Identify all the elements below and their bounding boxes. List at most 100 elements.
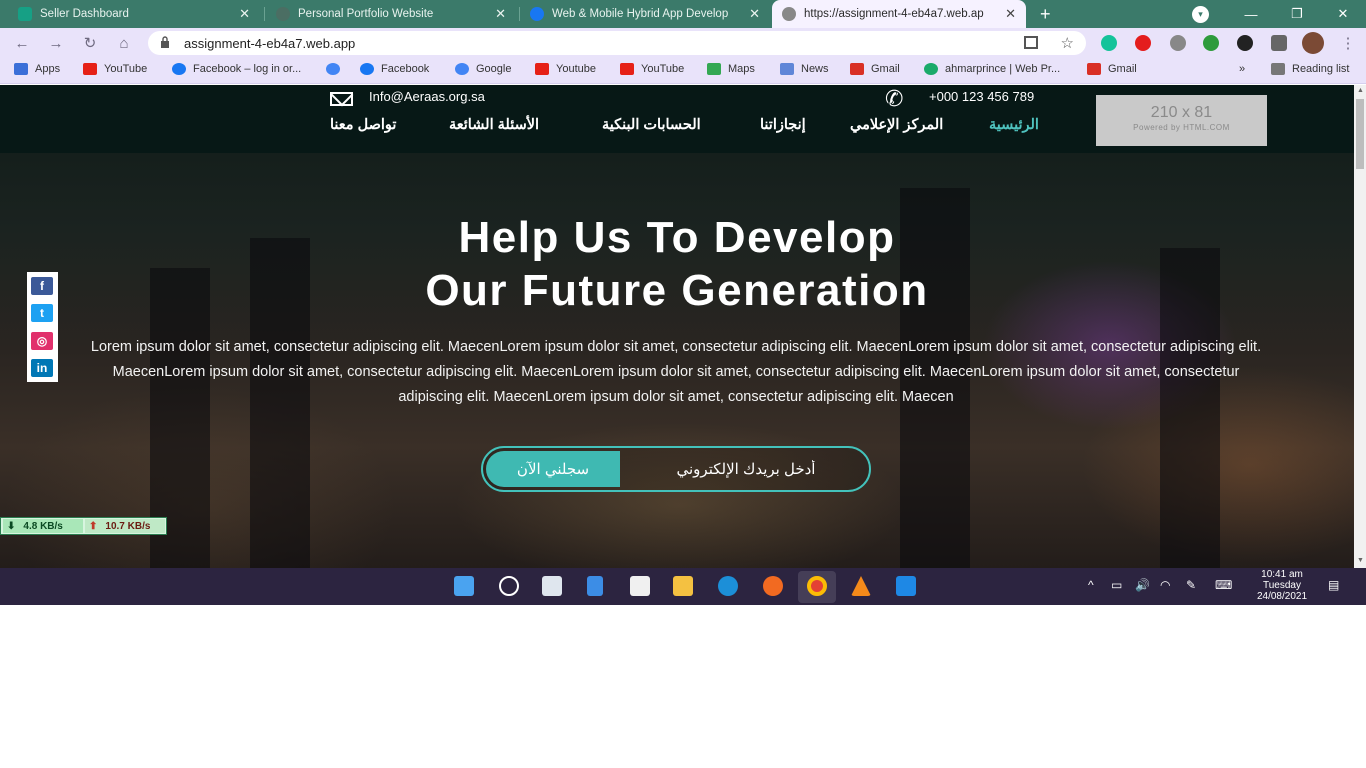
nav-home[interactable]: الرئيسية <box>989 117 1039 133</box>
scroll-up-arrow-icon[interactable]: ▲ <box>1357 87 1364 94</box>
phone-icon: ✆ <box>885 86 904 111</box>
system-clock[interactable]: 10:41 am Tuesday 24/08/2021 <box>1240 569 1324 602</box>
facebook-icon[interactable]: f <box>31 277 53 295</box>
home-button[interactable]: ⌂ <box>114 33 134 53</box>
hero-title-line1: Help Us To Develop <box>458 213 896 262</box>
close-icon[interactable]: ✕ <box>749 6 760 22</box>
new-tab-button[interactable]: + <box>1040 4 1051 25</box>
edge-icon[interactable] <box>718 576 738 596</box>
bookmark-google-unlabeled[interactable] <box>326 63 347 75</box>
extensions-puzzle-icon[interactable] <box>1271 35 1287 51</box>
forward-button[interactable]: → <box>46 33 66 53</box>
nav-contact[interactable]: تواصل معنا <box>330 117 396 133</box>
screen: Seller Dashboard ✕ Personal Portfolio We… <box>0 0 1366 605</box>
gmail-icon <box>1087 63 1101 75</box>
volume-icon[interactable]: 🔊 <box>1135 578 1150 592</box>
logo-placeholder: 210 x 81 Powered by HTML.COM <box>1096 95 1267 146</box>
bookmark-star-icon[interactable]: ☆ <box>1061 34 1074 52</box>
bookmark-facebook-login[interactable]: Facebook – log in or... <box>172 63 301 75</box>
bookmark-gmail-2[interactable]: Gmail <box>1087 63 1137 75</box>
reading-list-icon <box>1271 63 1285 75</box>
bookmark-apps[interactable]: Apps <box>14 63 60 75</box>
bookmark-news[interactable]: News <box>780 63 829 75</box>
netspeed-widget: ⬇ 4.8 KB/s ⬆ 10.7 KB/s <box>0 517 167 535</box>
reading-list-button[interactable]: Reading list <box>1271 63 1349 75</box>
site-icon <box>924 63 938 75</box>
close-icon[interactable]: ✕ <box>1005 6 1016 22</box>
vscode-icon[interactable] <box>896 576 916 596</box>
tray-chevron-icon[interactable]: ^ <box>1088 578 1094 592</box>
widgets-icon[interactable] <box>587 576 603 596</box>
bookmark-facebook[interactable]: Facebook <box>360 63 429 75</box>
back-button[interactable]: ← <box>12 33 32 53</box>
scroll-thumb[interactable] <box>1356 99 1364 169</box>
phone-link[interactable]: +000 123 456 789 <box>929 89 1034 104</box>
tab-search-button[interactable]: ▾ <box>1192 6 1209 23</box>
pen-icon[interactable]: ✎ <box>1186 578 1196 592</box>
tab-seller-dashboard[interactable]: Seller Dashboard ✕ <box>8 0 260 28</box>
notifications-icon[interactable]: ▤ <box>1328 578 1339 592</box>
file-explorer-icon[interactable] <box>673 576 693 596</box>
grammarly-icon[interactable] <box>1101 35 1117 51</box>
bookmark-youtube[interactable]: YouTube <box>83 63 147 75</box>
page-scrollbar[interactable]: ▲ ▼ <box>1354 85 1366 568</box>
nav-faq[interactable]: الأسئلة الشائعة <box>449 117 539 133</box>
tab-assignment[interactable]: https://assignment-4-eb4a7.web.ap ✕ <box>772 0 1026 28</box>
nav-media-center[interactable]: المركز الإعلامي <box>850 117 943 133</box>
speed-dial-icon[interactable] <box>1170 35 1186 51</box>
twitter-icon[interactable]: t <box>31 304 53 322</box>
email-link[interactable]: Info@Aeraas.org.sa <box>369 89 485 104</box>
qr-code-icon[interactable] <box>1024 36 1038 49</box>
google-icon <box>326 63 340 75</box>
chrome-icon[interactable] <box>807 576 827 596</box>
wifi-icon[interactable]: ◠ <box>1160 578 1170 592</box>
email-input[interactable] <box>623 448 869 490</box>
adblock-icon[interactable] <box>1135 35 1151 51</box>
bookmark-maps[interactable]: Maps <box>707 63 755 75</box>
sync-icon[interactable] <box>1237 35 1253 51</box>
hero-description: Lorem ipsum dolor sit amet, consectetur … <box>90 339 1262 405</box>
bookmarks-overflow-button[interactable]: » <box>1239 63 1245 75</box>
tab-portfolio[interactable]: Personal Portfolio Website ✕ <box>266 0 516 28</box>
task-view-icon[interactable] <box>542 576 562 596</box>
bookmark-youtube-2[interactable]: Youtube <box>535 63 596 75</box>
web-page: Info@Aeraas.org.sa ✆ +000 123 456 789 ال… <box>0 85 1354 568</box>
store-icon[interactable] <box>630 576 650 596</box>
maximize-button[interactable]: ❐ <box>1274 0 1320 28</box>
vlc-icon[interactable] <box>851 576 871 596</box>
menu-dots-icon[interactable]: ⋮ <box>1338 33 1358 53</box>
firefox-icon[interactable] <box>763 576 783 596</box>
upload-speed: ⬆ 10.7 KB/s <box>85 519 165 533</box>
search-icon[interactable] <box>499 576 519 596</box>
reload-button[interactable]: ↻ <box>80 33 100 53</box>
linkedin-icon[interactable]: in <box>31 359 53 377</box>
nav-achievements[interactable]: إنجازاتنا <box>760 117 806 133</box>
bookmark-ahmarprince[interactable]: ahmarprince | Web Pr... <box>924 63 1060 75</box>
start-icon[interactable] <box>454 576 474 596</box>
tab-hybrid-app[interactable]: Web & Mobile Hybrid App Develop ✕ <box>520 0 770 28</box>
facebook-icon <box>172 63 186 75</box>
close-icon[interactable]: ✕ <box>239 6 250 22</box>
news-icon <box>780 63 794 75</box>
minimize-button[interactable]: — <box>1228 0 1274 28</box>
extension-icon[interactable] <box>1203 35 1219 51</box>
nav-bank-accounts[interactable]: الحسابات البنكية <box>602 117 701 133</box>
bookmark-gmail[interactable]: Gmail <box>850 63 900 75</box>
close-window-button[interactable]: ✕ <box>1320 0 1366 28</box>
keyboard-icon[interactable]: ⌨ <box>1215 578 1232 592</box>
upload-arrow-icon: ⬆ <box>89 520 98 532</box>
bookmark-youtube-3[interactable]: YouTube <box>620 63 684 75</box>
battery-icon[interactable]: ▭ <box>1111 578 1122 592</box>
tab-title: Personal Portfolio Website <box>298 8 434 20</box>
browser-toolbar: ← → ↻ ⌂ assignment-4-eb4a7.web.app ☆ ⋮ <box>0 28 1366 58</box>
seller-icon <box>18 7 32 21</box>
scroll-down-arrow-icon[interactable]: ▼ <box>1357 557 1364 564</box>
address-bar[interactable]: assignment-4-eb4a7.web.app ☆ <box>148 31 1086 55</box>
lock-icon <box>161 36 169 48</box>
tab-title: Web & Mobile Hybrid App Develop <box>552 8 729 20</box>
profile-avatar[interactable] <box>1302 32 1324 54</box>
bookmark-google[interactable]: Google <box>455 63 511 75</box>
signup-button[interactable]: سجلني الآن <box>486 451 620 487</box>
instagram-icon[interactable]: ◎ <box>31 332 53 350</box>
close-icon[interactable]: ✕ <box>495 6 506 22</box>
